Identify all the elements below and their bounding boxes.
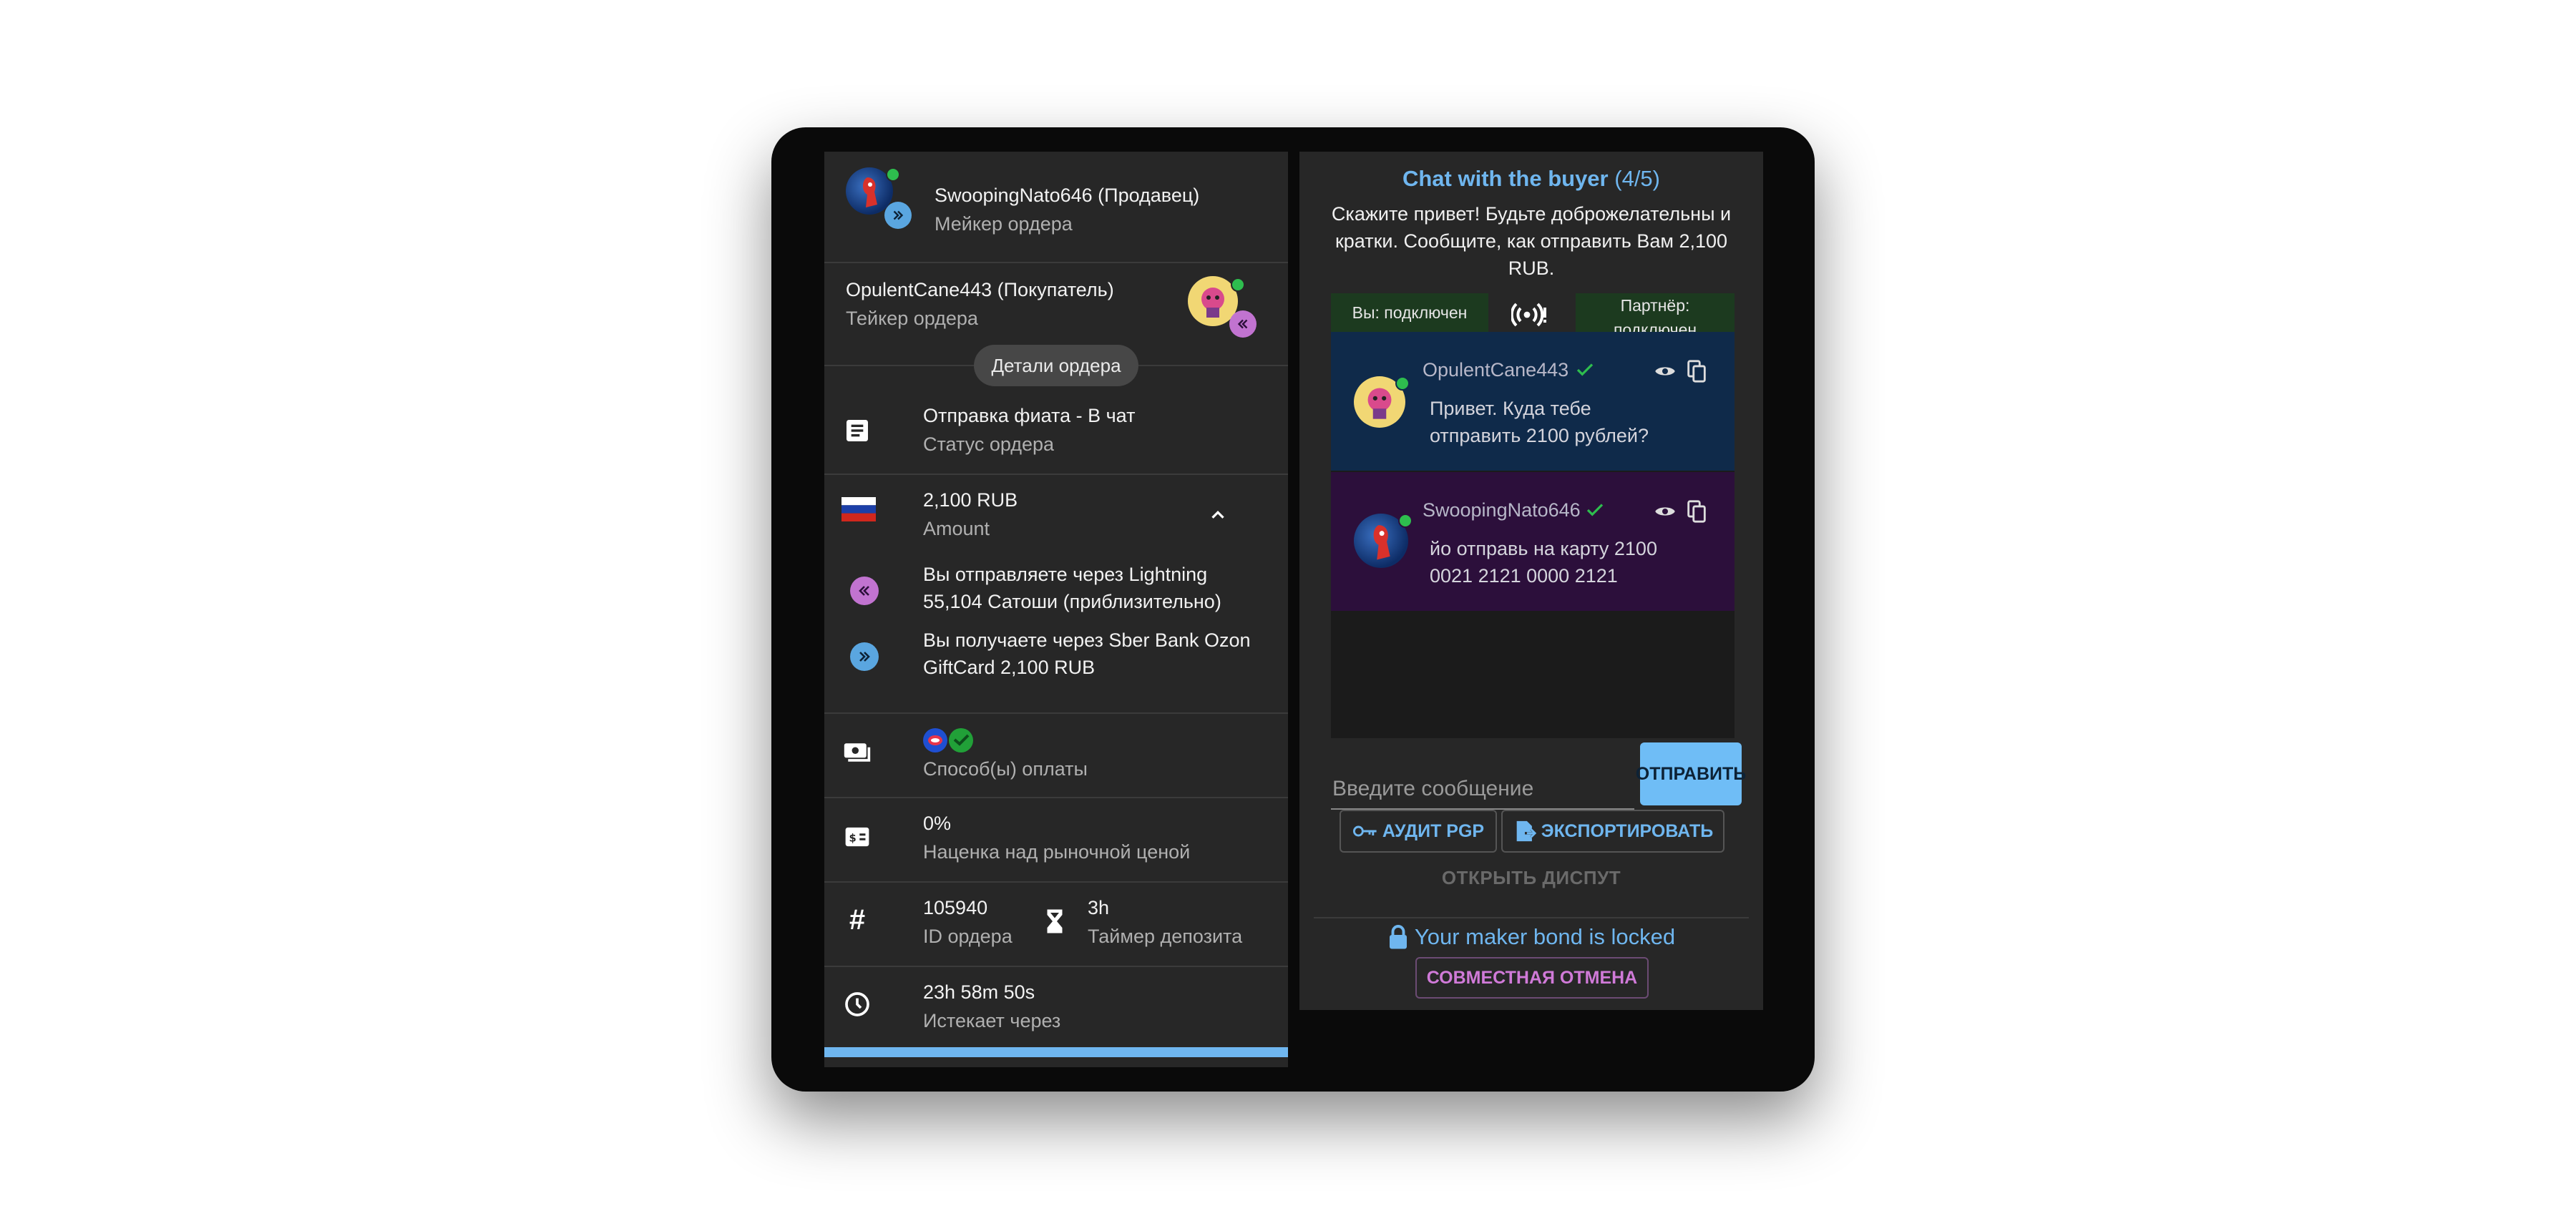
receive-line-1: Вы получаете через Sber Bank Ozon [923, 629, 1251, 651]
message-input-field[interactable] [1331, 765, 1634, 810]
collaborative-cancel-button[interactable]: СОВМЕСТНАЯ ОТМЕНА [1415, 957, 1649, 999]
deposit-timer-label: Таймер депозита [1088, 926, 1243, 947]
audit-pgp-button[interactable]: АУДИТ PGP [1340, 810, 1497, 853]
status-partner-line-1: Партнёр: [1620, 296, 1690, 315]
expiry-progress-bar [824, 1047, 1288, 1057]
receive-chevron-right-icon [850, 642, 879, 671]
maker-online-dot [886, 167, 900, 182]
eye-icon[interactable] [1654, 504, 1676, 519]
maker-name: SwoopingNato646 (Продавец) [935, 185, 1200, 206]
divider [824, 712, 1288, 714]
order-status-value: Отправка фиата - В чат [923, 405, 1136, 426]
order-details-panel: SwoopingNato646 (Продавец) Мейкер ордера… [824, 152, 1288, 1067]
check-icon [1584, 499, 1606, 521]
status-partner-connected: Партнёр: подключен [1576, 293, 1735, 339]
check-icon [1574, 359, 1596, 381]
status-you-connected: Вы: подключен [1331, 293, 1488, 332]
price-change-icon: $ [841, 821, 873, 853]
export-button[interactable]: ЭКСПОРТИРОВАТЬ [1501, 810, 1724, 853]
message-line-1: йо отправь на карту 2100 [1430, 538, 1657, 559]
premium-label: Наценка над рыночной ценой [923, 841, 1191, 863]
message-line-2: отправить 2100 рублей? [1430, 425, 1649, 446]
payment-methods-label: Способ(ы) оплаты [923, 758, 1088, 780]
chat-message: OpulentCane443 Привет. Куда тебе отправи… [1331, 332, 1735, 471]
bond-status-text: Your maker bond is locked [1414, 924, 1676, 949]
order-status-label: Статус ордера [923, 433, 1055, 455]
double-chevron-left-icon [1229, 310, 1257, 338]
taker-online-dot [1231, 278, 1245, 292]
article-icon [841, 415, 873, 446]
expires-label: Истекает через [923, 1010, 1061, 1031]
send-chevron-left-icon [850, 577, 879, 605]
maker-role: Мейкер ордера [935, 213, 1073, 235]
export-label: ЭКСПОРТИРОВАТЬ [1541, 820, 1714, 841]
chat-intro-text: Скажите привет! Будьте доброжелательны и… [1331, 203, 1732, 279]
chat-messages[interactable]: OpulentCane443 Привет. Куда тебе отправи… [1331, 332, 1735, 738]
message-line-2: 0021 2121 0000 2121 [1430, 565, 1618, 587]
receive-line-2: GiftCard 2,100 RUB [923, 657, 1096, 678]
taker-name: OpulentCane443 (Покупатель) [846, 279, 1114, 300]
deposit-timer-value: 3h [1088, 897, 1110, 918]
copy-icon[interactable] [1686, 359, 1707, 383]
divider [824, 881, 1288, 883]
screen: SwoopingNato646 (Продавец) Мейкер ордера… [0, 0, 2576, 1216]
russia-flag-icon [840, 495, 877, 524]
wifi-tethering-icon [1511, 296, 1548, 328]
taker-role: Тейкер ордера [846, 308, 978, 329]
payments-icon [841, 737, 873, 768]
message-text: йо отправь на карту 2100 0021 2121 0000 … [1430, 535, 1716, 589]
divider [824, 474, 1288, 475]
send-line-2: 55,104 Сатоши (приблизительно) [923, 591, 1221, 612]
open-dispute-button[interactable]: ОТКРЫТЬ ДИСПУТ [1299, 867, 1763, 889]
chat-panel: Chat with the buyer (4/5) Скажите привет… [1299, 152, 1763, 1010]
send-button[interactable]: ОТПРАВИТЬ [1636, 742, 1746, 805]
amount-label: Amount [923, 518, 990, 539]
hash-icon: # [849, 903, 866, 936]
clock-icon [841, 989, 873, 1020]
message-online-dot [1395, 376, 1410, 391]
send-line-1: Вы отправляете через Lightning [923, 564, 1208, 585]
double-chevron-right-icon [884, 202, 912, 229]
order-id-value: 105940 [923, 897, 988, 918]
message-author: OpulentCane443 [1423, 359, 1569, 381]
eye-icon[interactable] [1654, 363, 1676, 379]
order-id-label: ID ордера [923, 926, 1013, 947]
audit-pgp-label: АУДИТ PGP [1382, 820, 1485, 841]
svg-text:$: $ [849, 833, 857, 845]
sber-logo-icon [949, 728, 973, 752]
chevron-up-icon[interactable] [1202, 499, 1234, 531]
chat-title-text: Chat with the buyer [1402, 166, 1609, 191]
divider [1314, 917, 1749, 918]
chat-title: Chat with the buyer (4/5) [1299, 166, 1763, 192]
expires-value: 23h 58m 50s [923, 981, 1035, 1003]
order-details-chip[interactable]: Детали ордера [974, 345, 1138, 386]
copy-icon[interactable] [1686, 499, 1707, 524]
message-online-dot [1398, 514, 1413, 528]
divider [824, 797, 1288, 798]
chat-title-count: (4/5) [1614, 166, 1660, 191]
key-icon [1352, 825, 1377, 837]
divider [824, 262, 1288, 263]
ozon-logo-icon [923, 728, 947, 752]
lock-icon [1389, 925, 1407, 949]
message-text: Привет. Куда тебе отправить 2100 рублей? [1430, 395, 1687, 449]
message-input[interactable] [1331, 773, 1634, 805]
amount-value: 2,100 RUB [923, 489, 1018, 511]
message-author: SwoopingNato646 [1423, 499, 1581, 521]
chat-message: SwoopingNato646 йо отправь на карту 2100… [1331, 472, 1735, 611]
export-file-icon [1516, 820, 1537, 842]
bond-status: Your maker bond is locked [1299, 924, 1763, 950]
message-line-1: Привет. Куда тебе [1430, 398, 1591, 419]
divider [824, 966, 1288, 967]
premium-value: 0% [923, 813, 952, 834]
hourglass-icon [1039, 906, 1070, 937]
